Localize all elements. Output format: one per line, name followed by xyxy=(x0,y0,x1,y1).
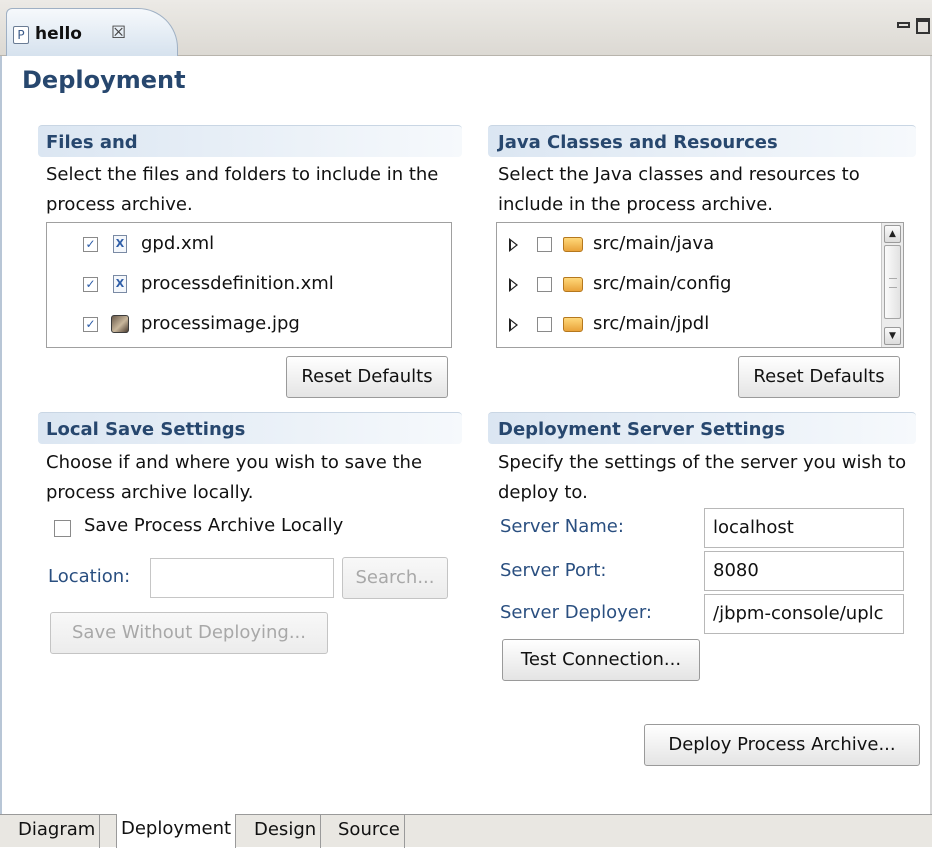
source-folder-icon xyxy=(563,317,583,332)
files-reset-defaults-button[interactable]: Reset Defaults xyxy=(286,356,448,398)
tab-source[interactable]: Source xyxy=(334,815,405,848)
files-section-title: Files and xyxy=(46,132,138,153)
tree-item-label: src/main/config xyxy=(593,273,732,294)
tree-item[interactable]: src/main/jpdl xyxy=(497,305,903,345)
server-name-input[interactable]: localhost xyxy=(704,508,904,548)
tab-deployment[interactable]: Deployment xyxy=(116,814,237,848)
expand-arrow-icon[interactable] xyxy=(509,238,518,252)
vertical-scrollbar[interactable]: ▲ ▼ xyxy=(881,223,903,347)
checkbox-src-main-java[interactable] xyxy=(537,237,552,252)
list-item[interactable]: ✓ X processdefinition.xml xyxy=(47,265,451,305)
close-icon[interactable]: ☒ xyxy=(111,23,126,43)
server-deployer-input[interactable]: /jbpm-console/uplc xyxy=(704,594,904,634)
process-file-icon: P xyxy=(13,26,29,44)
tree-item[interactable]: src/main/java xyxy=(497,225,903,265)
scrollbar-thumb[interactable] xyxy=(884,245,901,319)
tab-design[interactable]: Design xyxy=(250,815,322,848)
java-section-title: Java Classes and Resources xyxy=(498,132,778,153)
tree-item-label: src/main/java xyxy=(593,233,715,254)
expand-arrow-icon[interactable] xyxy=(509,318,518,332)
editor-tab-hello[interactable]: P hello ☒ xyxy=(6,8,178,56)
server-port-label: Server Port: xyxy=(500,560,607,581)
scroll-up-icon[interactable]: ▲ xyxy=(884,225,901,243)
checkbox-gpd-xml[interactable]: ✓ xyxy=(83,237,98,252)
test-connection-button[interactable]: Test Connection... xyxy=(502,639,700,681)
checkbox-src-main-jpdl[interactable] xyxy=(537,317,552,332)
image-file-icon xyxy=(111,315,129,333)
source-folder-icon xyxy=(563,237,583,252)
list-item[interactable]: ✓ X gpd.xml xyxy=(47,225,451,265)
list-item-label: processimage.jpg xyxy=(141,313,300,334)
server-section-description: Specify the settings of the server you w… xyxy=(498,452,907,503)
list-item[interactable]: ✓ processimage.jpg xyxy=(47,305,451,345)
tree-item-label: src/main/jpdl xyxy=(593,313,710,334)
editor-page-tabs: Diagram Deployment Design Source xyxy=(0,814,932,848)
xml-file-icon: X xyxy=(113,275,127,293)
tree-item[interactable]: src/main/config xyxy=(497,265,903,305)
save-without-deploying-button[interactable]: Save Without Deploying... xyxy=(50,612,328,654)
server-name-label: Server Name: xyxy=(500,516,624,537)
checkbox-src-main-config[interactable] xyxy=(537,277,552,292)
editor-tab-title: hello xyxy=(35,24,82,44)
checkbox-processdefinition-xml[interactable]: ✓ xyxy=(83,277,98,292)
list-item-label: processdefinition.xml xyxy=(141,273,334,294)
location-input[interactable] xyxy=(150,558,334,598)
local-save-section-title: Local Save Settings xyxy=(46,419,246,440)
local-save-description: Choose if and where you wish to save the… xyxy=(46,452,423,503)
xml-file-icon: X xyxy=(113,235,127,253)
maximize-icon[interactable] xyxy=(916,18,930,34)
save-locally-label: Save Process Archive Locally xyxy=(84,515,344,536)
server-section-title: Deployment Server Settings xyxy=(498,419,786,440)
files-list[interactable]: ✓ X gpd.xml ✓ X processdefinition.xml ✓ … xyxy=(46,222,452,348)
save-locally-checkbox[interactable] xyxy=(54,520,71,537)
minimize-icon[interactable] xyxy=(897,22,910,28)
list-item-label: gpd.xml xyxy=(141,233,215,254)
tab-diagram[interactable]: Diagram xyxy=(14,815,101,848)
source-folder-icon xyxy=(563,277,583,292)
editor-left-border xyxy=(0,56,2,814)
editor-tab-bar: P hello ☒ xyxy=(0,0,932,56)
location-label: Location: xyxy=(48,566,131,587)
server-deployer-label: Server Deployer: xyxy=(500,602,652,623)
java-section-description: Select the Java classes and resources to… xyxy=(498,164,860,215)
java-reset-defaults-button[interactable]: Reset Defaults xyxy=(738,356,900,398)
deploy-process-archive-button[interactable]: Deploy Process Archive... xyxy=(644,724,920,766)
scroll-down-icon[interactable]: ▼ xyxy=(884,327,901,345)
files-section-description: Select the files and folders to include … xyxy=(46,164,439,215)
expand-arrow-icon[interactable] xyxy=(509,278,518,292)
page-title: Deployment xyxy=(22,66,186,94)
search-button[interactable]: Search... xyxy=(342,557,448,599)
checkbox-processimage-jpg[interactable]: ✓ xyxy=(83,317,98,332)
java-resources-tree[interactable]: src/main/java src/main/config src/main/j… xyxy=(496,222,904,348)
server-port-input[interactable]: 8080 xyxy=(704,551,904,591)
